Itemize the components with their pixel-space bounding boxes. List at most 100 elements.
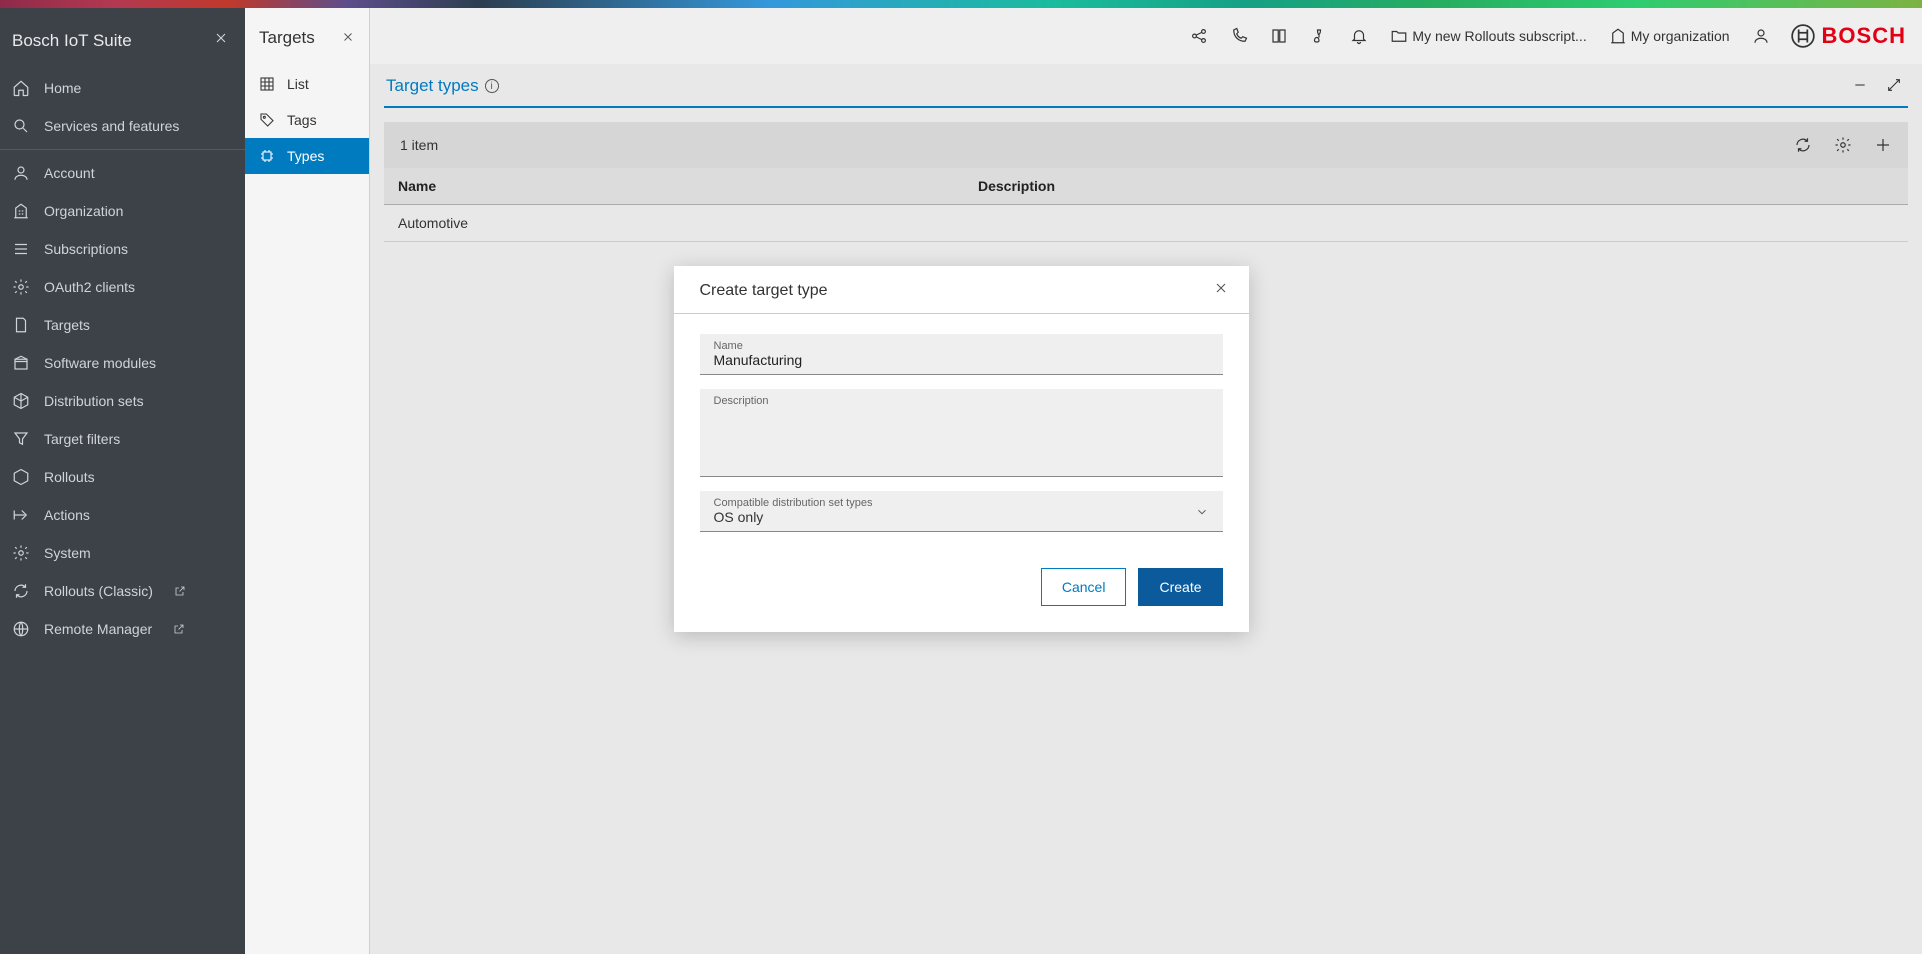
sidebar-item-label: Services and features	[44, 118, 179, 134]
chevron-down-icon	[1195, 505, 1209, 522]
org-selector[interactable]: My organization	[1601, 21, 1738, 51]
compat-label: Compatible distribution set types	[714, 497, 1209, 509]
sidebar-item-label: Distribution sets	[44, 393, 144, 409]
book-icon[interactable]	[1262, 21, 1296, 51]
gear-icon	[12, 544, 30, 562]
divider	[0, 149, 245, 150]
sidebar-item-label: Actions	[44, 507, 90, 523]
sidebar-item-label: Rollouts	[44, 469, 95, 485]
sidebar-item-label: Subscriptions	[44, 241, 128, 257]
description-input[interactable]	[714, 407, 1209, 467]
cancel-button[interactable]: Cancel	[1041, 568, 1127, 606]
sidebar-item-label: Rollouts (Classic)	[44, 583, 153, 599]
sidebar-item-label: OAuth2 clients	[44, 279, 135, 295]
sidebar-item-distribution-sets[interactable]: Distribution sets	[0, 382, 245, 420]
sidebar-menu: Home Services and features Account Organ…	[0, 69, 245, 648]
sidebar-item-label: Remote Manager	[44, 621, 152, 637]
grid-icon	[259, 76, 275, 92]
topbar: My new Rollouts subscript... My organiza…	[370, 0, 1922, 64]
bosch-symbol-icon	[1790, 23, 1816, 49]
subpanel-item-label: Tags	[287, 112, 317, 128]
globe-icon	[12, 620, 30, 638]
sidebar-item-remote-manager[interactable]: Remote Manager	[0, 610, 245, 648]
sidebar-item-system[interactable]: System	[0, 534, 245, 572]
refresh-icon[interactable]	[1794, 136, 1812, 154]
expand-icon[interactable]	[1886, 77, 1902, 96]
brand-stripe	[0, 0, 1922, 8]
compat-field-wrapper[interactable]: Compatible distribution set types OS onl…	[700, 491, 1223, 532]
sidebar-item-oauth[interactable]: OAuth2 clients	[0, 268, 245, 306]
sidebar-item-label: Organization	[44, 203, 123, 219]
modal-close-icon[interactable]	[1213, 280, 1229, 301]
section-header: Target types i	[370, 64, 1922, 106]
sidebar-close-icon[interactable]	[213, 30, 229, 51]
table-row[interactable]: Automotive	[384, 205, 1908, 242]
sidebar-item-rollouts-classic[interactable]: Rollouts (Classic)	[0, 572, 245, 610]
user-menu-icon[interactable]	[1744, 21, 1778, 51]
sidebar-item-organization[interactable]: Organization	[0, 192, 245, 230]
org-label: My organization	[1631, 28, 1730, 44]
subpanel-title: Targets	[259, 28, 315, 48]
refresh-icon	[12, 582, 30, 600]
home-icon	[12, 79, 30, 97]
org-icon	[1609, 27, 1627, 45]
settings-icon[interactable]	[1834, 136, 1852, 154]
sidebar-item-label: Targets	[44, 317, 90, 333]
brand-text: BOSCH	[1822, 23, 1906, 49]
subpanel-item-list[interactable]: List	[245, 66, 369, 102]
sidebar-item-software-modules[interactable]: Software modules	[0, 344, 245, 382]
subpanel-item-types[interactable]: Types	[245, 138, 369, 174]
subpanel-item-label: Types	[287, 148, 324, 164]
legal-icon[interactable]	[1302, 21, 1336, 51]
subpanel-close-icon[interactable]	[341, 30, 355, 47]
description-field-wrapper: Description	[700, 389, 1223, 477]
send-icon	[12, 506, 30, 524]
sidebar-item-account[interactable]: Account	[0, 154, 245, 192]
compat-value: OS only	[714, 509, 1209, 525]
chip-icon	[259, 148, 275, 164]
name-input[interactable]	[714, 352, 1209, 368]
subscription-label: My new Rollouts subscript...	[1412, 28, 1586, 44]
cube-icon	[12, 392, 30, 410]
search-icon	[12, 117, 30, 135]
cell-name: Automotive	[398, 215, 978, 231]
sidebar-item-subscriptions[interactable]: Subscriptions	[0, 230, 245, 268]
panel-toolbar: 1 item	[384, 122, 1908, 168]
sidebar-item-services[interactable]: Services and features	[0, 107, 245, 145]
create-button[interactable]: Create	[1138, 568, 1222, 606]
tag-icon	[259, 112, 275, 128]
item-count: 1 item	[400, 137, 438, 153]
sidebar-item-label: Software modules	[44, 355, 156, 371]
sidebar-item-label: System	[44, 545, 91, 561]
col-name[interactable]: Name	[384, 168, 964, 204]
file-icon	[12, 316, 30, 334]
share-icon[interactable]	[1182, 21, 1216, 51]
sidebar-item-home[interactable]: Home	[0, 69, 245, 107]
minimize-icon[interactable]	[1852, 77, 1868, 96]
sidebar-item-targets[interactable]: Targets	[0, 306, 245, 344]
subpanel-item-tags[interactable]: Tags	[245, 102, 369, 138]
add-icon[interactable]	[1874, 136, 1892, 154]
filter-icon	[12, 430, 30, 448]
types-table: Name Description Automotive	[384, 168, 1908, 242]
sidebar-item-label: Home	[44, 80, 81, 96]
info-icon[interactable]: i	[485, 79, 499, 93]
name-label: Name	[714, 340, 1209, 352]
sidebar-item-rollouts[interactable]: Rollouts	[0, 458, 245, 496]
org-icon	[12, 202, 30, 220]
gear-icon	[12, 278, 30, 296]
table-header: Name Description	[384, 168, 1908, 205]
name-field-wrapper: Name	[700, 334, 1223, 375]
col-description[interactable]: Description	[964, 168, 1908, 204]
sidebar-item-actions[interactable]: Actions	[0, 496, 245, 534]
external-link-icon	[171, 582, 189, 600]
phone-icon[interactable]	[1222, 21, 1256, 51]
external-link-icon	[170, 620, 188, 638]
section-underline	[384, 106, 1908, 108]
cube-icon	[12, 468, 30, 486]
subscription-selector[interactable]: My new Rollouts subscript...	[1382, 21, 1594, 51]
sidebar-item-target-filters[interactable]: Target filters	[0, 420, 245, 458]
subpanel-item-label: List	[287, 76, 309, 92]
content-panel: 1 item Name Description Automotive	[384, 122, 1908, 242]
bell-icon[interactable]	[1342, 21, 1376, 51]
